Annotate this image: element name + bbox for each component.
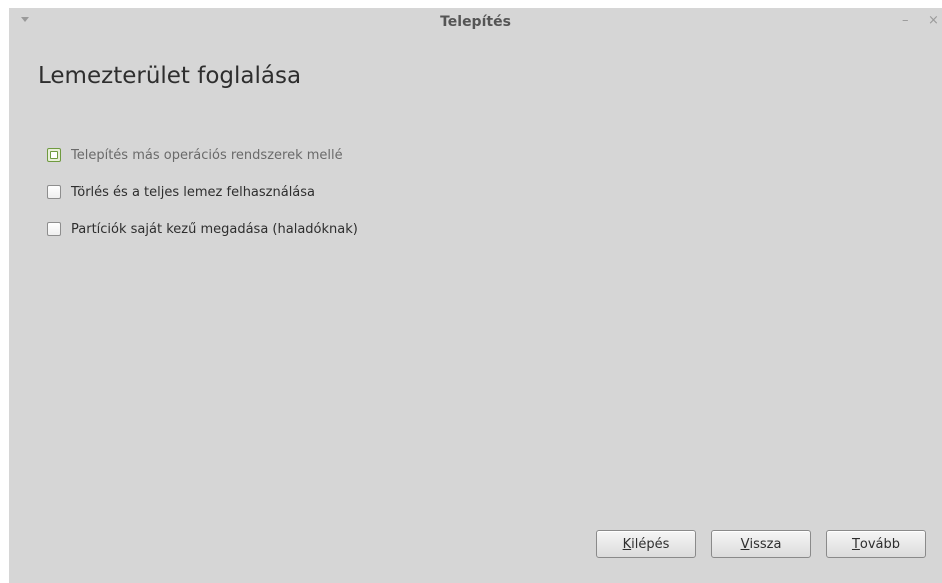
option-label: Telepítés más operációs rendszerek mellé: [71, 147, 343, 163]
checkbox-manual-partitioning[interactable]: [47, 222, 61, 236]
checkbox-install-alongside[interactable]: [47, 148, 61, 162]
option-label: Törlés és a teljes lemez felhasználása: [71, 184, 316, 200]
window-title: Telepítés: [440, 14, 511, 30]
title-bar[interactable]: Telepítés – ×: [9, 8, 942, 38]
option-manual-partitioning[interactable]: Partíciók saját kezű megadása (haladókna…: [47, 219, 358, 239]
button-label: ovább: [859, 536, 901, 552]
close-icon[interactable]: ×: [928, 13, 939, 28]
option-label: Partíciók saját kezű megadása (haladókna…: [71, 221, 358, 237]
installer-window: Telepítés – × Lemezterület foglalása Tel…: [9, 8, 942, 583]
checkbox-erase-disk[interactable]: [47, 185, 61, 199]
page-title: Lemezterület foglalása: [38, 63, 302, 89]
button-label: issza: [749, 536, 782, 552]
back-button[interactable]: Vissza: [711, 530, 811, 558]
button-label: ilépés: [631, 536, 670, 552]
next-button[interactable]: Tovább: [826, 530, 926, 558]
minimize-icon[interactable]: –: [902, 13, 909, 28]
button-mnemonic: V: [740, 536, 750, 552]
quit-button[interactable]: Kilépés: [596, 530, 696, 558]
option-install-alongside[interactable]: Telepítés más operációs rendszerek mellé: [47, 145, 343, 165]
button-mnemonic: T: [851, 536, 860, 552]
button-mnemonic: K: [622, 536, 632, 552]
option-erase-disk[interactable]: Törlés és a teljes lemez felhasználása: [47, 182, 315, 202]
